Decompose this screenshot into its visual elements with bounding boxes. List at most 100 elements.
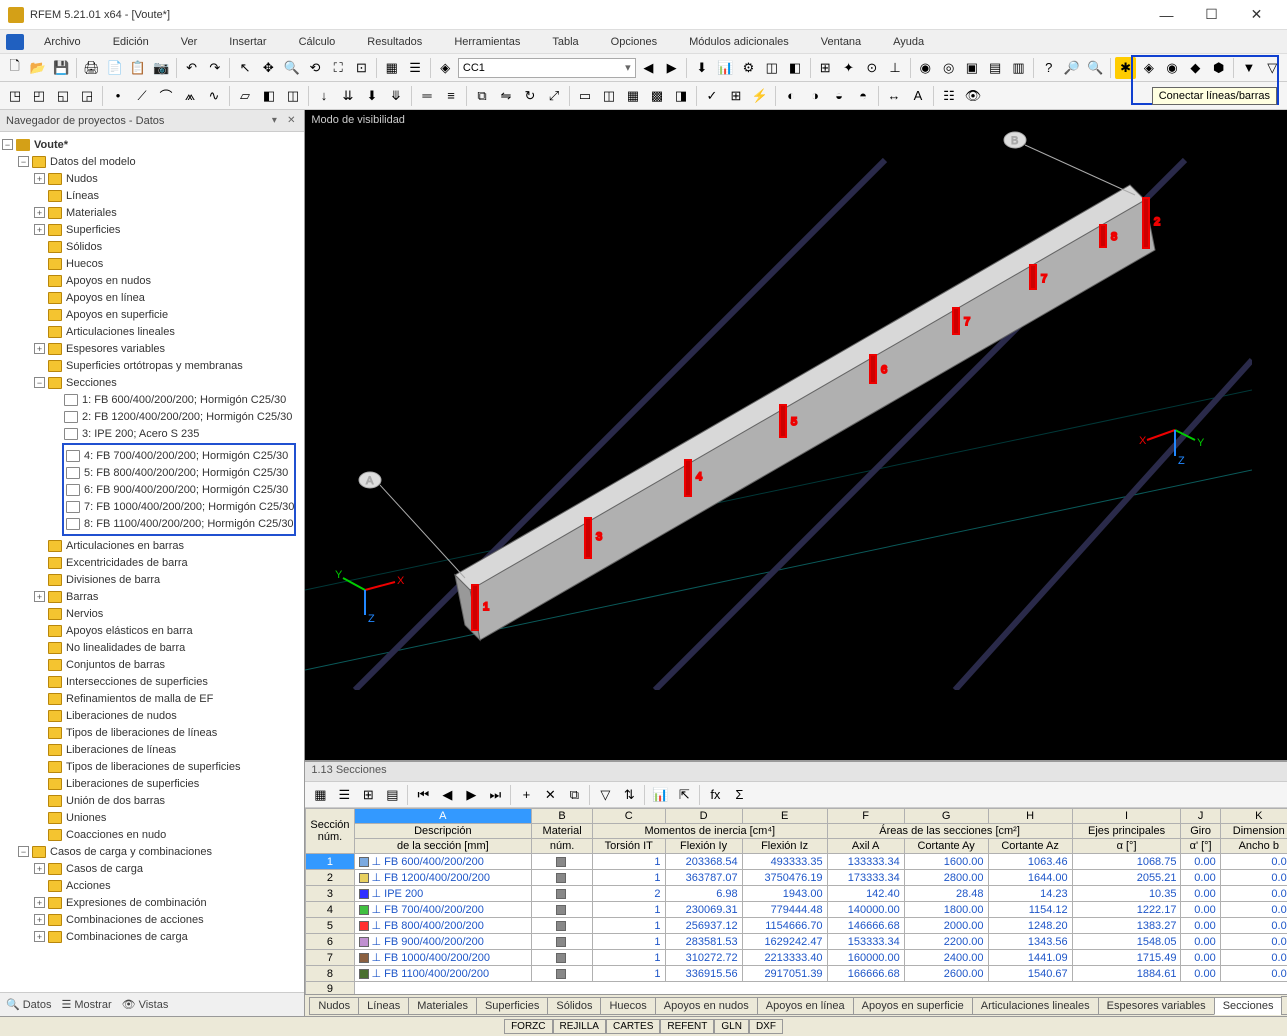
tree-item[interactable]: Apoyos en nudos: [2, 272, 302, 289]
member-icon[interactable]: ═: [416, 85, 438, 107]
tree-item[interactable]: No linealidades de barra: [2, 639, 302, 656]
menu-ver[interactable]: Ver: [165, 34, 214, 50]
display-icon[interactable]: ▣: [961, 57, 982, 79]
polyline-icon[interactable]: ⩕: [179, 85, 201, 107]
menu-resultados[interactable]: Resultados: [351, 34, 438, 50]
tree-item[interactable]: Líneas: [2, 187, 302, 204]
tree-item[interactable]: Sólidos: [2, 238, 302, 255]
tbl-export-icon[interactable]: ⇱: [673, 784, 695, 806]
table-row[interactable]: 3 ⊥ IPE 200 2 6.981943.00142.40 28.4814.…: [306, 886, 1287, 902]
table-tab[interactable]: Huecos: [600, 997, 655, 1015]
help-icon[interactable]: ?: [1038, 57, 1059, 79]
tree-item[interactable]: Tipos de liberaciones de superficies: [2, 758, 302, 775]
menu-herramientas[interactable]: Herramientas: [438, 34, 536, 50]
connect-icon[interactable]: ✱: [1115, 57, 1136, 79]
tree-item[interactable]: +Nudos: [2, 170, 302, 187]
copy-icon[interactable]: ⧉: [471, 85, 493, 107]
next-icon[interactable]: ▶: [661, 57, 682, 79]
misc2-icon[interactable]: ◫: [761, 57, 782, 79]
menu-archivo[interactable]: Archivo: [28, 34, 97, 50]
tree-section-selected[interactable]: 7: FB 1000/400/200/200; Hormigón C25/30: [64, 498, 294, 515]
display3-icon[interactable]: ▥: [1008, 57, 1029, 79]
misc-icon[interactable]: ⚙: [738, 57, 759, 79]
tree-item[interactable]: +Espesores variables: [2, 340, 302, 357]
tree-section-selected[interactable]: 5: FB 800/400/200/200; Hormigón C25/30: [64, 464, 294, 481]
load-line-icon[interactable]: ⇊: [337, 85, 359, 107]
view-y-icon[interactable]: ◱: [52, 85, 74, 107]
select5-icon[interactable]: ◨: [670, 85, 692, 107]
zoom-window-icon[interactable]: ⛶: [328, 57, 349, 79]
menu-edicion[interactable]: Edición: [97, 34, 165, 50]
menu-ventana[interactable]: Ventana: [805, 34, 877, 50]
table-row[interactable]: 5 ⊥ FB 800/400/200/200 1 256937.12115466…: [306, 918, 1287, 934]
wire-icon[interactable]: ◎: [938, 57, 959, 79]
table-tab[interactable]: Apoyos en nudos: [655, 997, 758, 1015]
mesh-icon[interactable]: ⊞: [725, 85, 747, 107]
table-row[interactable]: 6 ⊥ FB 900/400/200/200 1 283581.53162924…: [306, 934, 1287, 950]
menu-modulos[interactable]: Módulos adicionales: [673, 34, 805, 50]
tree-item[interactable]: Nervios: [2, 605, 302, 622]
nav-tab-vistas[interactable]: 👁Vistas: [122, 998, 169, 1011]
tbl-btn-2[interactable]: ☰: [333, 784, 355, 806]
undo-icon[interactable]: ↶: [181, 57, 202, 79]
print-icon[interactable]: 🖨: [81, 57, 102, 79]
table-row[interactable]: 7 ⊥ FB 1000/400/200/200 1 310272.7222133…: [306, 950, 1287, 966]
visibility-icon[interactable]: 👁: [962, 85, 984, 107]
tree-section-item[interactable]: 3: IPE 200; Acero S 235: [2, 425, 302, 442]
status-forzc[interactable]: FORZC: [504, 1019, 552, 1034]
tbl-copy-icon[interactable]: ⧉: [563, 784, 585, 806]
tbl-add-icon[interactable]: +: [515, 784, 537, 806]
dim-icon[interactable]: ↔: [883, 85, 905, 107]
zoom-icon[interactable]: 🔍: [281, 57, 302, 79]
preview-icon[interactable]: 📋: [127, 57, 148, 79]
table-row[interactable]: 8 ⊥ FB 1100/400/200/200 1 336915.5629170…: [306, 966, 1287, 982]
close-button[interactable]: ✕: [1234, 1, 1279, 29]
scale-icon[interactable]: ⤢: [543, 85, 565, 107]
load-node-icon[interactable]: ↓: [313, 85, 335, 107]
mirror-icon[interactable]: ⇋: [495, 85, 517, 107]
tree-load-item[interactable]: +Casos de carga: [2, 860, 302, 877]
tree-item[interactable]: +Barras: [2, 588, 302, 605]
surface-icon[interactable]: ▱: [234, 85, 256, 107]
menu-insertar[interactable]: Insertar: [213, 34, 282, 50]
table-tab[interactable]: Sólidos: [547, 997, 601, 1015]
project-icon[interactable]: ◈: [435, 57, 456, 79]
nav-tab-datos[interactable]: 🔍Datos: [6, 998, 51, 1011]
tree-item[interactable]: Liberaciones de nudos: [2, 707, 302, 724]
tree-item[interactable]: Liberaciones de superficies: [2, 775, 302, 792]
show-table-icon[interactable]: ☰: [404, 57, 425, 79]
tbl-btn-1[interactable]: ▦: [309, 784, 331, 806]
tool-d-icon[interactable]: ⬢: [1208, 57, 1229, 79]
tree-item[interactable]: Apoyos en superficie: [2, 306, 302, 323]
calc-icon[interactable]: ⚡: [749, 85, 771, 107]
tool-c-icon[interactable]: ◆: [1185, 57, 1206, 79]
axes-icon[interactable]: ✦: [838, 57, 859, 79]
tbl-sort-icon[interactable]: ⇅: [618, 784, 640, 806]
menu-calculo[interactable]: Cálculo: [283, 34, 352, 50]
tree-item[interactable]: Excentricidades de barra: [2, 554, 302, 571]
table-tab[interactable]: Superficies: [476, 997, 548, 1015]
tree-section-item[interactable]: 1: FB 600/400/200/200; Hormigón C25/30: [2, 391, 302, 408]
select2-icon[interactable]: ◫: [598, 85, 620, 107]
table-tab[interactable]: Materiales: [408, 997, 477, 1015]
tree-item[interactable]: Conjuntos de barras: [2, 656, 302, 673]
new-icon[interactable]: 🗋: [4, 57, 25, 79]
tree-item[interactable]: +Materiales: [2, 204, 302, 221]
cursor-icon[interactable]: ↖: [234, 57, 255, 79]
load-member-icon[interactable]: ⤋: [385, 85, 407, 107]
load-area-icon[interactable]: ⬇: [361, 85, 383, 107]
tree-item[interactable]: Uniones: [2, 809, 302, 826]
status-cartes[interactable]: CARTES: [606, 1019, 660, 1034]
set-icon[interactable]: ≡: [440, 85, 462, 107]
text-icon[interactable]: A: [907, 85, 929, 107]
rotate-obj-icon[interactable]: ↻: [519, 85, 541, 107]
table-tab[interactable]: Secciones: [1214, 997, 1283, 1015]
solid-icon[interactable]: ◧: [258, 85, 280, 107]
layer-icon[interactable]: ☷: [938, 85, 960, 107]
select4-icon[interactable]: ▩: [646, 85, 668, 107]
tree-item[interactable]: Articulaciones lineales: [2, 323, 302, 340]
ortho-icon[interactable]: ⊥: [884, 57, 905, 79]
render-icon[interactable]: ◉: [915, 57, 936, 79]
tool-a-icon[interactable]: ◈: [1138, 57, 1159, 79]
status-refent[interactable]: REFENT: [660, 1019, 714, 1034]
